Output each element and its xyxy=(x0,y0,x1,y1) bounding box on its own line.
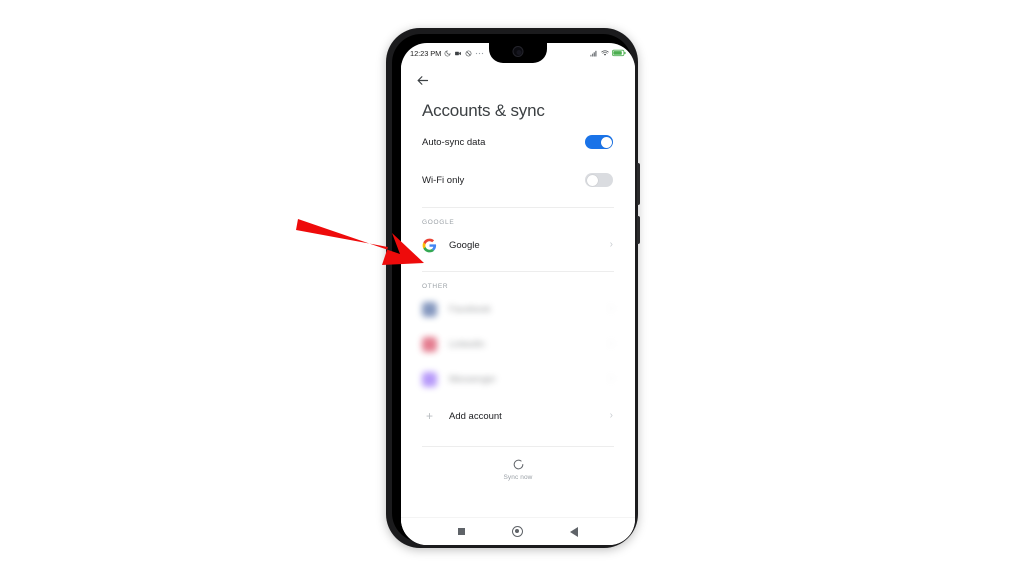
no-sound-icon xyxy=(465,50,472,56)
video-camera-icon xyxy=(455,51,462,55)
account-name: Messenger xyxy=(449,373,496,385)
chevron-right-icon: › xyxy=(609,338,613,349)
status-bar-right xyxy=(590,49,626,57)
account-row-google[interactable]: Google › xyxy=(401,229,635,261)
plus-icon: + xyxy=(425,409,433,423)
volume-rocker-button[interactable] xyxy=(637,163,640,205)
toggle-knob xyxy=(586,174,598,186)
power-button[interactable] xyxy=(637,216,640,244)
account-name: LinkedIn xyxy=(449,338,485,350)
google-g-icon xyxy=(422,238,437,253)
auto-sync-data-toggle[interactable] xyxy=(585,135,613,149)
cellular-signal-icon xyxy=(590,50,597,56)
setting-row-auto-sync-data[interactable]: Auto-sync data xyxy=(401,125,635,159)
page-title: Accounts & sync xyxy=(422,101,545,120)
add-account-button[interactable]: + Add account › xyxy=(401,399,635,433)
sync-now-label: Sync now xyxy=(503,474,533,481)
messenger-icon xyxy=(422,371,437,387)
moon-icon xyxy=(444,50,451,56)
more-dots-icon xyxy=(476,52,484,54)
phone-screen: 12:23 PM Accounts & sync Auto-sync data … xyxy=(401,43,635,545)
phone-bezel: 12:23 PM Accounts & sync Auto-sync data … xyxy=(392,34,635,545)
account-name: Google xyxy=(449,239,480,251)
home-button-icon[interactable] xyxy=(511,526,523,537)
phone-device-frame: 12:23 PM Accounts & sync Auto-sync data … xyxy=(386,28,640,548)
section-header-other: OTHER xyxy=(422,283,449,290)
setting-row-wifi-only[interactable]: Wi-Fi only xyxy=(401,163,635,197)
chevron-right-icon: › xyxy=(609,303,613,314)
status-bar: 12:23 PM xyxy=(401,43,635,63)
refresh-circle-icon xyxy=(513,459,523,470)
account-row-messenger[interactable]: Messenger › xyxy=(401,363,635,395)
section-header-google: GOOGLE xyxy=(422,219,455,226)
wifi-icon xyxy=(601,49,609,56)
app-icon xyxy=(422,336,437,352)
toggle-knob xyxy=(600,136,612,148)
chevron-right-icon: › xyxy=(609,410,613,421)
wifi-only-toggle[interactable] xyxy=(585,173,613,187)
account-row-second-other[interactable]: LinkedIn › xyxy=(401,328,635,360)
account-row-facebook[interactable]: Facebook › xyxy=(401,293,635,325)
sync-now-button[interactable]: Sync now xyxy=(422,446,614,481)
setting-label: Wi-Fi only xyxy=(422,174,465,186)
back-arrow-icon xyxy=(417,75,429,85)
setting-label: Auto-sync data xyxy=(422,136,486,148)
status-bar-clock: 12:23 PM xyxy=(410,48,442,58)
back-button[interactable] xyxy=(401,63,635,97)
battery-icon xyxy=(612,49,626,57)
back-button-icon[interactable] xyxy=(569,526,578,537)
add-account-label: Add account xyxy=(449,410,502,422)
chevron-right-icon: › xyxy=(609,239,613,250)
facebook-icon xyxy=(422,301,437,317)
android-navigation-bar xyxy=(401,517,635,545)
recents-button-icon[interactable] xyxy=(458,528,466,535)
chevron-right-icon: › xyxy=(609,373,613,384)
accounts-sync-screen: Accounts & sync Auto-sync data Wi-Fi onl… xyxy=(401,63,635,545)
status-bar-left: 12:23 PM xyxy=(410,49,484,58)
account-name: Facebook xyxy=(449,303,491,315)
